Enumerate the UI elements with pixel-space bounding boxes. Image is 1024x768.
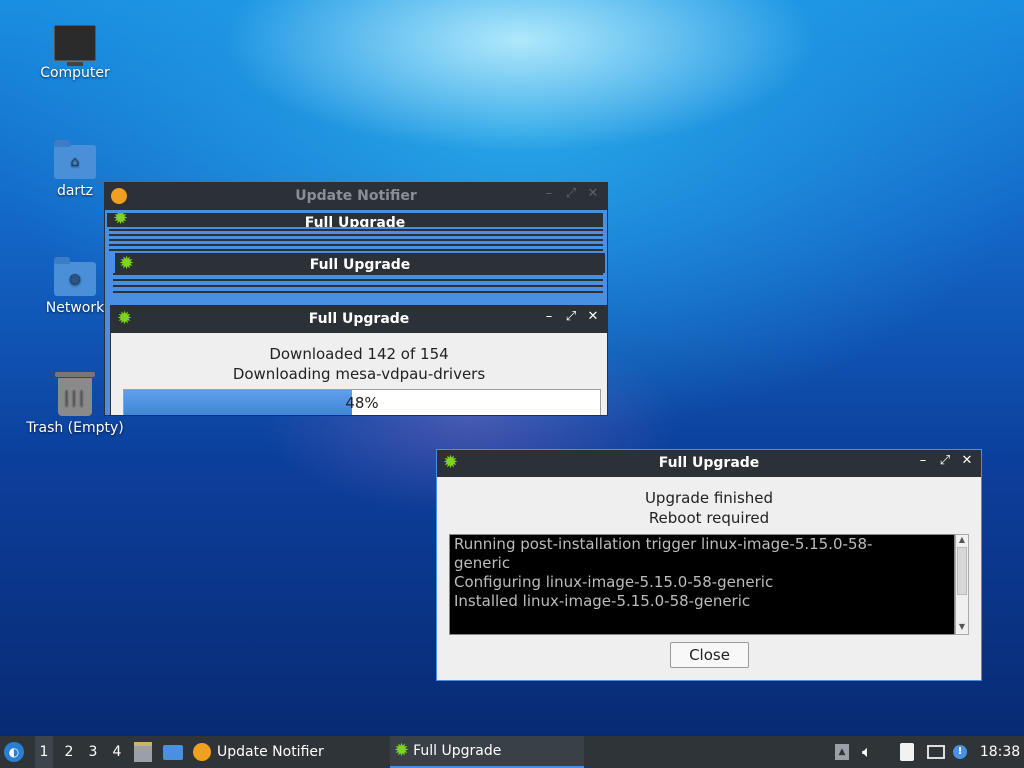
window-title: Full Upgrade bbox=[308, 311, 410, 327]
maximize-button[interactable]: ⤢ bbox=[937, 453, 953, 471]
lubuntu-logo-icon: ◐ bbox=[4, 742, 24, 762]
finished-window-titlebar[interactable]: ✹ Full Upgrade – ⤢ ✕ bbox=[437, 450, 981, 477]
close-button[interactable]: ✕ bbox=[585, 309, 601, 327]
maximize-button[interactable]: ⤢ bbox=[563, 309, 579, 327]
speaker-icon: 🔈︎ bbox=[862, 742, 872, 761]
progress-label: 48% bbox=[345, 394, 379, 412]
ghost-window-titlebar: ✹ Full Upgrade bbox=[107, 213, 603, 227]
progress-bar: 48% bbox=[123, 389, 601, 415]
update-alert-icon: ! bbox=[953, 745, 967, 759]
file-manager-icon bbox=[134, 742, 152, 762]
network-folder-icon: ◍ bbox=[54, 257, 96, 296]
workspace-4[interactable]: 4 bbox=[108, 736, 126, 768]
computer-icon bbox=[54, 25, 96, 66]
network-monitor-icon bbox=[927, 745, 945, 759]
gear-icon: ✹ bbox=[394, 740, 410, 761]
minimize-button[interactable]: – bbox=[541, 186, 557, 204]
task-update-notifier[interactable]: Update Notifier bbox=[193, 736, 383, 768]
trash-icon bbox=[55, 372, 95, 416]
ghost-stripes bbox=[113, 273, 603, 295]
update-notifier-titlebar[interactable]: Update Notifier – ⤢ ✕ bbox=[105, 183, 607, 210]
close-button[interactable]: ✕ bbox=[959, 453, 975, 471]
ghost-title: Full Upgrade bbox=[309, 257, 411, 273]
show-desktop-icon bbox=[163, 744, 183, 760]
taskbar: ◐ 1 2 3 4 Update Notifier ✹ Full Upgrade… bbox=[0, 736, 1024, 768]
log-scrollbar[interactable]: ▲ ▼ bbox=[955, 534, 969, 635]
clipboard-icon bbox=[900, 743, 914, 761]
scrollbar-thumb[interactable] bbox=[957, 547, 967, 595]
progress-window: ✹ Full Upgrade – ⤢ ✕ Downloaded 142 of 1… bbox=[110, 305, 608, 415]
log-view[interactable]: Running post-installation trigger linux-… bbox=[449, 534, 955, 635]
volume-control[interactable]: 🔈︎ bbox=[862, 736, 882, 768]
task-full-upgrade[interactable]: ✹ Full Upgrade bbox=[390, 736, 584, 768]
desktop-icon-label: Trash (Empty) bbox=[26, 420, 124, 436]
window-title: Update Notifier bbox=[295, 188, 417, 204]
ghost-title: Full Upgrade bbox=[304, 215, 406, 227]
log-line: Installed linux-image-5.15.0-58-generic bbox=[454, 592, 751, 610]
desktop-icon-label: Computer bbox=[40, 65, 110, 81]
workspace-2[interactable]: 2 bbox=[60, 736, 78, 768]
update-tray[interactable]: ! bbox=[953, 736, 973, 768]
minimize-button[interactable]: – bbox=[915, 453, 931, 471]
progress-window-titlebar[interactable]: ✹ Full Upgrade – ⤢ ✕ bbox=[111, 306, 607, 333]
file-manager-launcher[interactable] bbox=[134, 736, 154, 768]
desktop-icon-computer[interactable]: Computer bbox=[25, 25, 125, 81]
status-line: Reboot required bbox=[648, 509, 770, 527]
home-folder-icon: ⌂ bbox=[54, 140, 96, 179]
clock[interactable]: 18:38 bbox=[980, 736, 1020, 768]
update-notifier-icon bbox=[193, 743, 211, 761]
ghost-window-titlebar: ✹ Full Upgrade bbox=[115, 253, 605, 273]
workspace-3[interactable]: 3 bbox=[84, 736, 102, 768]
task-label: Update Notifier bbox=[217, 744, 324, 760]
clipboard-tray[interactable] bbox=[900, 736, 920, 768]
network-tray[interactable] bbox=[927, 736, 947, 768]
close-dialog-button[interactable]: Close bbox=[670, 642, 749, 668]
log-line: Configuring linux-image-5.15.0-58-generi… bbox=[454, 573, 774, 591]
show-desktop-launcher[interactable] bbox=[163, 736, 183, 768]
status-line: Downloaded 142 of 154 bbox=[269, 345, 449, 363]
task-label: Full Upgrade bbox=[413, 743, 502, 759]
tray-arrow-icon: ▲ bbox=[835, 744, 849, 760]
window-title: Full Upgrade bbox=[658, 455, 760, 471]
log-line: Running post-installation trigger linux-… bbox=[454, 535, 873, 572]
close-button[interactable]: ✕ bbox=[585, 186, 601, 204]
ghost-stripes bbox=[109, 229, 603, 253]
workspace-1[interactable]: 1 bbox=[35, 736, 53, 768]
finished-window: ✹ Full Upgrade – ⤢ ✕ Upgrade finished Re… bbox=[436, 449, 982, 681]
status-line: Downloading mesa-vdpau-drivers bbox=[232, 365, 486, 383]
scroll-down-arrow-icon[interactable]: ▼ bbox=[956, 622, 968, 634]
tray-expand-button[interactable]: ▲ bbox=[835, 736, 851, 768]
minimize-button[interactable]: – bbox=[541, 309, 557, 327]
start-menu-button[interactable]: ◐ bbox=[4, 736, 30, 768]
maximize-button[interactable]: ⤢ bbox=[563, 186, 579, 204]
status-line: Upgrade finished bbox=[644, 489, 774, 507]
scroll-up-arrow-icon[interactable]: ▲ bbox=[956, 535, 968, 547]
